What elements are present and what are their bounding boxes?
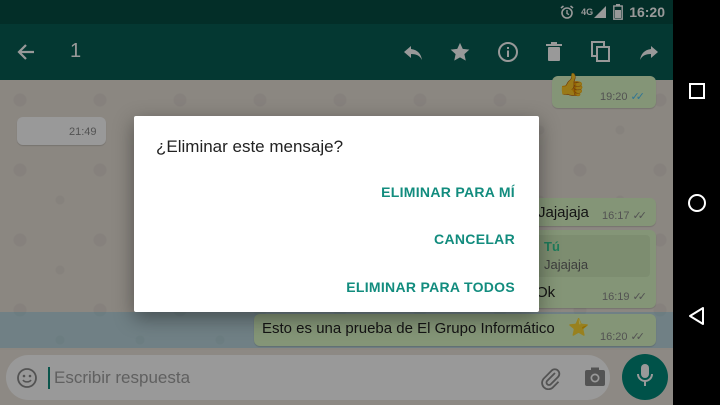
delete-message-dialog: ¿Eliminar este mensaje? ELIMINAR PARA MÍ… xyxy=(134,116,539,312)
recents-square-icon[interactable] xyxy=(686,80,708,102)
back-triangle-icon[interactable] xyxy=(686,305,708,327)
dialog-title: ¿Eliminar este mensaje? xyxy=(156,137,344,156)
delete-for-everyone-button[interactable]: ELIMINAR PARA TODOS xyxy=(346,279,515,295)
home-circle-icon[interactable] xyxy=(686,192,708,214)
cancel-button[interactable]: CANCELAR xyxy=(434,231,515,247)
whatsapp-chat-screen: 4G 16:20 1 👍 19:20 ✓✓ 21:49 Jajajaja 16:… xyxy=(0,0,673,405)
android-navigation-bar xyxy=(673,0,720,405)
delete-for-me-button[interactable]: ELIMINAR PARA MÍ xyxy=(381,184,515,200)
